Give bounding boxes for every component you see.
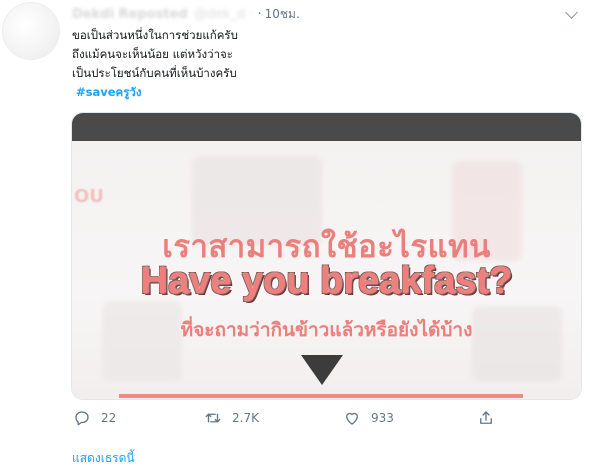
tweet-actions: 22 2.7K 933 bbox=[71, 406, 541, 430]
avatar[interactable] bbox=[2, 2, 60, 60]
tweet-text-line: ขอเป็นส่วนหนึ่งในการช่วยแก้ครับ bbox=[72, 28, 238, 42]
share-button[interactable] bbox=[477, 406, 495, 430]
image-headline-english: Have you breakfast? bbox=[140, 260, 513, 302]
retweet-button[interactable]: 2.7K bbox=[204, 406, 259, 430]
tweet-timestamp[interactable]: 10ชม. bbox=[265, 5, 300, 24]
display-name[interactable]: Dekdi Reposted bbox=[72, 7, 188, 22]
tweet-text-line: เป็นประโยชน์กับคนที่เห็นบ้างครับ bbox=[72, 66, 237, 80]
reply-button[interactable]: 22 bbox=[73, 406, 116, 430]
user-handle[interactable]: @dek_d · bbox=[194, 7, 254, 22]
image-underline bbox=[119, 394, 523, 398]
tweet-media-image[interactable]: OU เราสามารถใช้อะไรแทน Have you breakfas… bbox=[71, 112, 582, 400]
hashtag-link[interactable]: #saveครูวัง bbox=[76, 83, 372, 102]
show-thread-link[interactable]: แสดงเธรดนี้ bbox=[72, 449, 135, 468]
down-triangle-icon bbox=[301, 355, 343, 385]
watermark-logo: OU bbox=[74, 186, 104, 207]
share-icon bbox=[477, 409, 495, 427]
like-button[interactable]: 933 bbox=[343, 406, 394, 430]
image-subheadline: ที่จะถามว่ากินข้าวแล้วหรือยังได้บ้าง bbox=[180, 319, 473, 341]
tweet-header: Dekdi Reposted @dek_d · · 10ชม. bbox=[72, 4, 580, 24]
image-top-bar bbox=[72, 113, 581, 141]
reply-icon bbox=[73, 409, 91, 427]
tweet-text-line: ถึงแม้คนจะเห็นน้อย แต่หวังว่าจะ bbox=[72, 47, 233, 61]
retweet-count: 2.7K bbox=[232, 411, 259, 425]
retweet-icon bbox=[204, 409, 222, 427]
reply-count: 22 bbox=[101, 411, 117, 425]
like-count: 933 bbox=[371, 411, 394, 425]
tweet-text: ขอเป็นส่วนหนึ่งในการช่วยแก้ครับ ถึงแม้คน… bbox=[72, 26, 372, 102]
heart-icon bbox=[343, 409, 361, 427]
separator-dot: · bbox=[257, 6, 262, 22]
